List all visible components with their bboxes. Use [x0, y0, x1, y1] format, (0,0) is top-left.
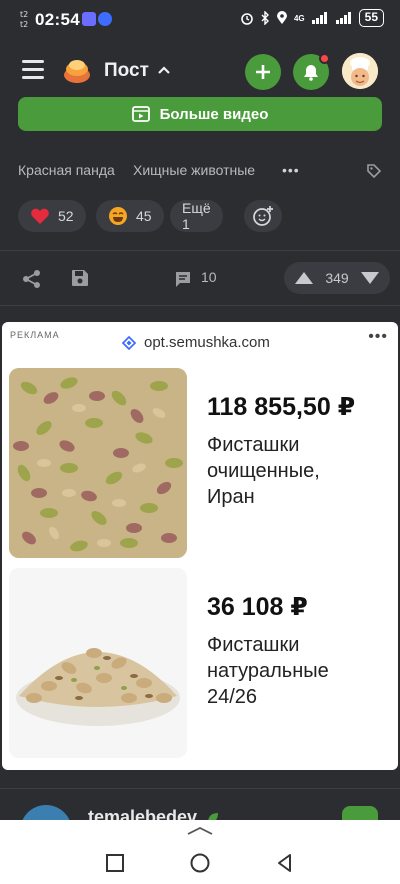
system-navigation-bar — [0, 820, 400, 884]
messenger-notification-icon — [98, 12, 112, 26]
tags-more-button[interactable]: ••• — [282, 162, 300, 178]
downvote-icon[interactable] — [360, 271, 380, 285]
natural-pistachios-image[interactable] — [9, 568, 187, 758]
signal-icon-2 — [335, 12, 351, 24]
video-icon — [131, 106, 150, 122]
network-type: 4G — [293, 13, 305, 23]
rating-control: 349 — [284, 262, 390, 294]
more-video-label: Больше видео — [159, 105, 269, 123]
tag-red-panda[interactable]: Красная панда — [18, 162, 115, 178]
ad-domain: opt.semushka.com — [144, 334, 270, 351]
rating-value: 349 — [325, 270, 349, 286]
battery-indicator: 55 — [358, 9, 384, 27]
add-reaction-button[interactable] — [244, 200, 282, 232]
back-icon[interactable] — [274, 852, 296, 874]
product-name-line: Фисташки — [207, 434, 300, 456]
yandex-direct-icon — [122, 335, 136, 350]
page-title[interactable]: Пост — [104, 60, 149, 82]
app-notification-icon — [82, 12, 96, 26]
carrier-top: t2 — [20, 10, 29, 19]
ad-block[interactable]: РЕКЛАМА opt.semushka.com ••• 118 855,50 … — [2, 322, 398, 770]
menu-icon[interactable] — [22, 60, 46, 82]
ad-product[interactable]: 36 108 ₽ Фисташки натуральные 24/26 — [9, 568, 387, 760]
status-bar: t2 t2 02:54 4G 55 — [0, 0, 400, 40]
plus-icon — [256, 65, 270, 79]
leaf-icon — [208, 813, 219, 820]
reactions-more-label: Ещё 1 — [182, 200, 211, 232]
divider — [0, 250, 400, 251]
ad-menu-button[interactable]: ••• — [368, 328, 388, 346]
product-name-line: Иран — [207, 486, 255, 508]
product-name-line: 24/26 — [207, 686, 258, 708]
comments-count[interactable]: 10 — [201, 269, 217, 285]
ad-product[interactable]: 118 855,50 ₽ Фисташки очищенные, Иран — [9, 368, 387, 560]
notification-badge — [319, 53, 330, 64]
notifications-button[interactable] — [293, 53, 330, 90]
signal-icon — [311, 12, 327, 24]
tag-predators[interactable]: Хищные животные — [133, 162, 255, 178]
product-name: Фисташки очищенные, Иран — [207, 432, 320, 510]
recent-apps-icon[interactable] — [104, 852, 126, 874]
divider — [0, 788, 400, 789]
post-actions: 10 349 — [0, 262, 400, 294]
next-post-header[interactable]: temalebedev — [0, 790, 400, 820]
add-post-button[interactable] — [245, 54, 281, 90]
subscribe-button[interactable] — [342, 806, 378, 820]
product-price: 36 108 ₽ — [207, 593, 308, 621]
post-tags: Красная панда Хищные животные ••• — [18, 162, 382, 180]
app-header: Пост — [0, 48, 400, 94]
avatar[interactable] — [342, 53, 378, 89]
pikabu-logo[interactable] — [62, 56, 92, 86]
product-name: Фисташки натуральные 24/26 — [207, 632, 329, 710]
status-icons: 4G 55 — [240, 9, 384, 27]
chevron-up-icon[interactable] — [157, 64, 171, 76]
location-icon — [276, 11, 287, 24]
share-icon[interactable] — [22, 269, 42, 289]
reaction-laugh[interactable]: 45 — [96, 200, 164, 232]
chevron-up-icon[interactable] — [186, 826, 214, 836]
bell-icon — [304, 65, 318, 81]
alarm-icon — [241, 13, 253, 25]
pistachio-pile-image — [9, 368, 187, 558]
pistachio-heap-image — [9, 568, 187, 758]
reaction-heart-count: 52 — [58, 208, 74, 224]
reaction-laugh-count: 45 — [136, 208, 152, 224]
divider — [0, 305, 400, 306]
chef-avatar-icon — [342, 53, 378, 89]
heart-icon — [31, 208, 49, 224]
bluetooth-icon — [261, 11, 269, 25]
ad-domain-link[interactable]: opt.semushka.com — [122, 334, 270, 351]
author-name[interactable]: temalebedev — [88, 807, 220, 820]
product-name-line: натуральные — [207, 660, 329, 682]
add-emoji-icon — [253, 206, 273, 226]
product-name-line: очищенные, — [207, 460, 320, 482]
carrier-bottom: t2 — [20, 20, 29, 29]
laughing-face-icon — [109, 207, 127, 225]
shelled-pistachios-image[interactable] — [9, 368, 187, 558]
tag-icon[interactable] — [366, 163, 382, 179]
more-video-button[interactable]: Больше видео — [18, 97, 382, 131]
product-name-line: Фисташки — [207, 634, 300, 656]
home-icon[interactable] — [189, 852, 211, 874]
comment-icon[interactable] — [174, 270, 192, 288]
screen: t2 t2 02:54 4G 55 Пост Больше видео Крас… — [0, 0, 400, 884]
upvote-icon[interactable] — [294, 271, 314, 285]
author-avatar[interactable] — [20, 805, 72, 820]
product-price: 118 855,50 ₽ — [207, 393, 356, 421]
clock: 02:54 — [35, 10, 80, 29]
reactions-more-button[interactable]: Ещё 1 — [170, 200, 223, 232]
carrier-label: t2 t2 — [20, 10, 28, 30]
ad-label: РЕКЛАМА — [10, 330, 60, 340]
reaction-heart[interactable]: 52 — [18, 200, 86, 232]
author-name-text: temalebedev — [88, 807, 198, 820]
save-icon[interactable] — [71, 269, 89, 287]
